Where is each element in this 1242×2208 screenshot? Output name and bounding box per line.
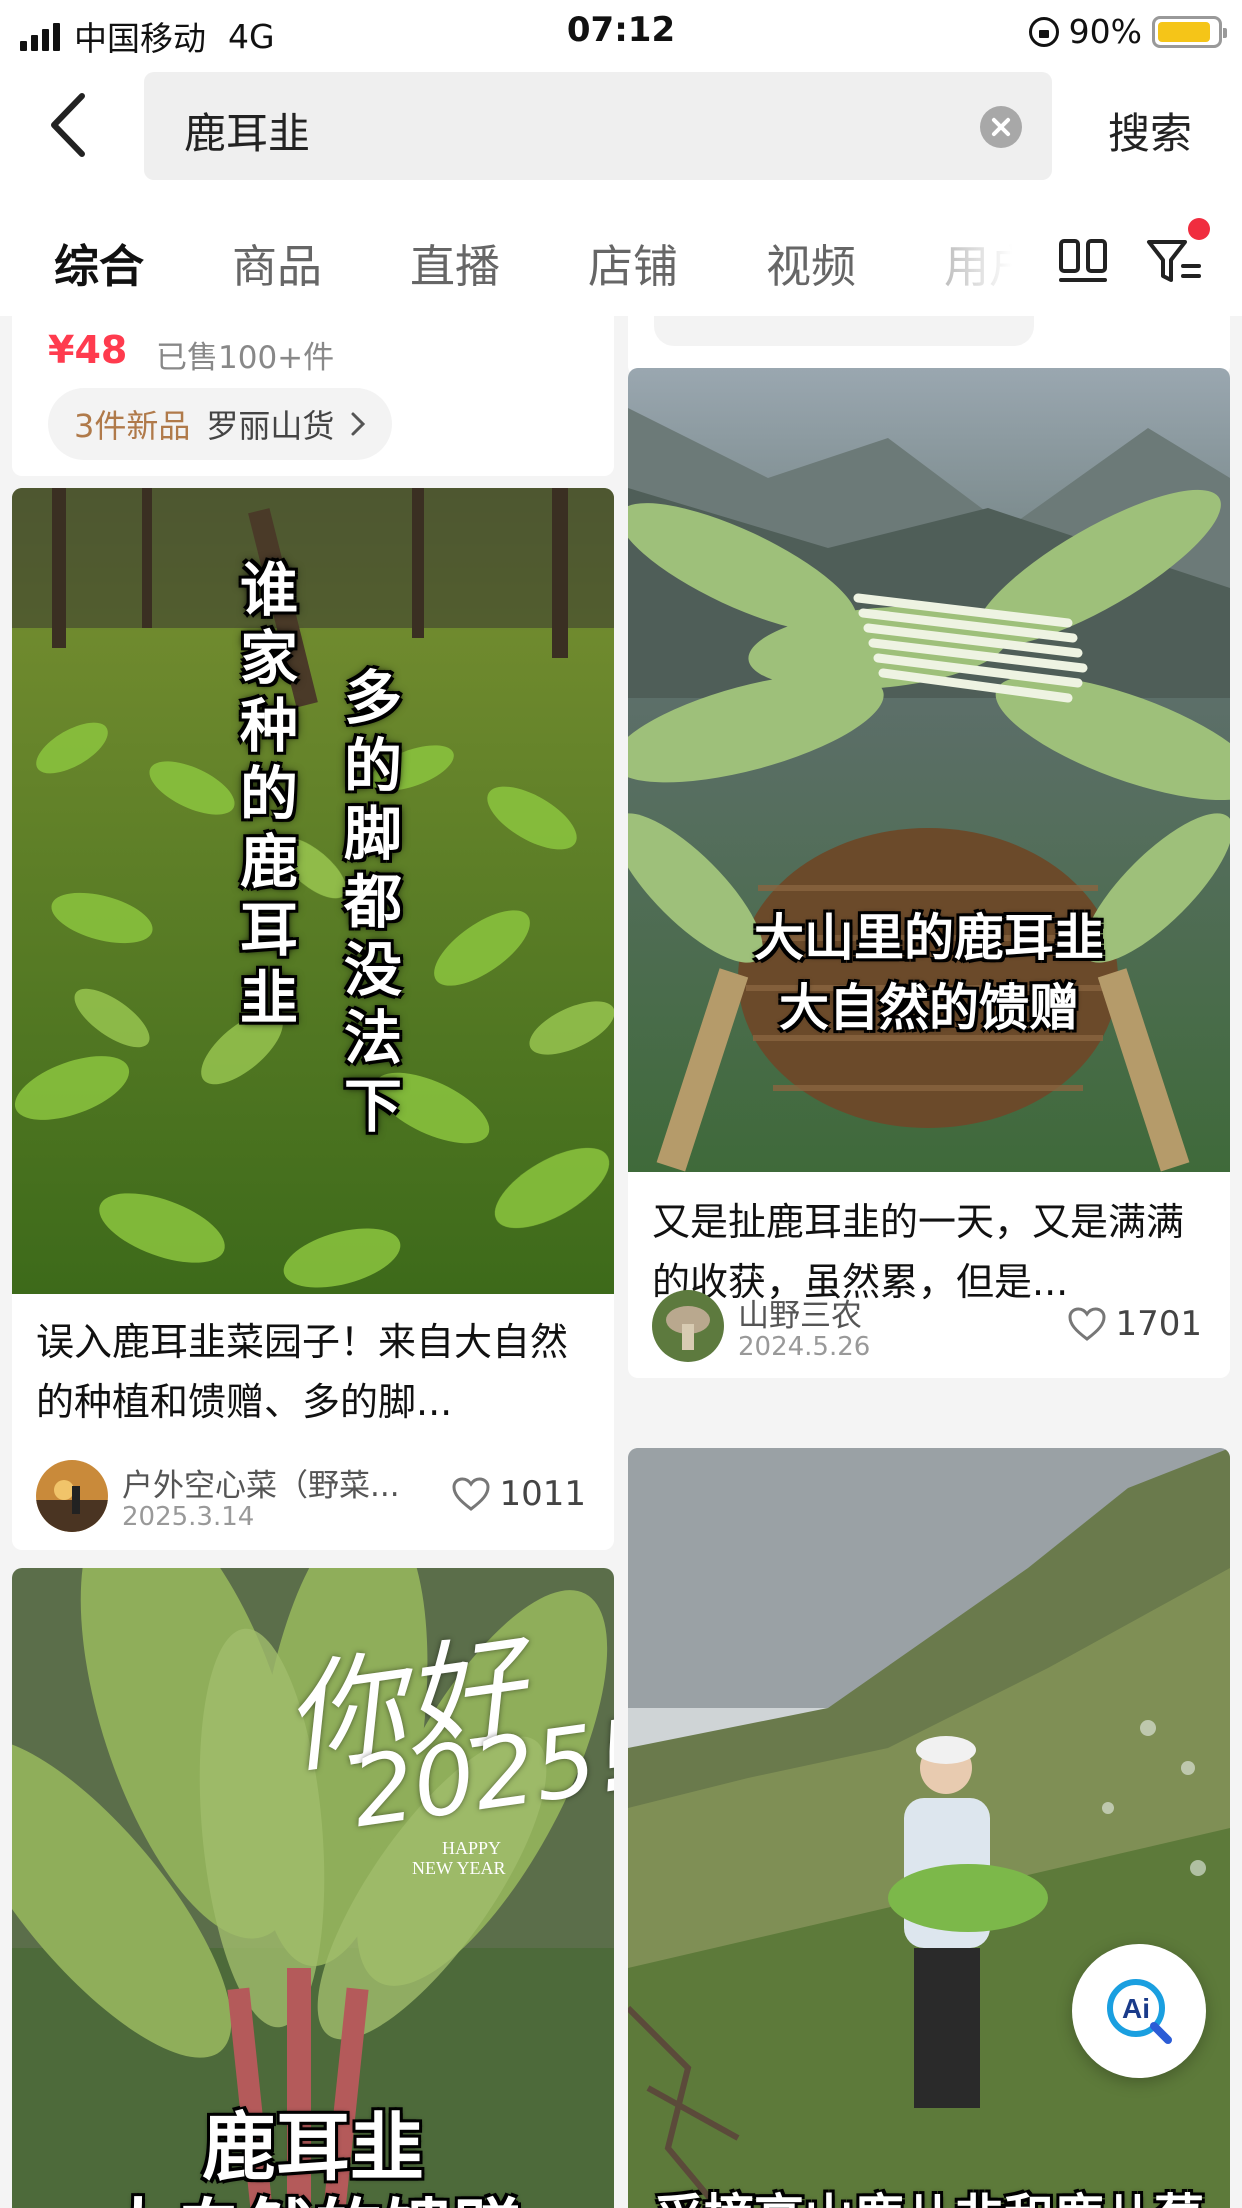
status-right: 90% <box>1028 12 1227 51</box>
ai-assistant-button[interactable]: Ai <box>1072 1944 1206 2078</box>
rotation-lock-icon <box>1028 16 1059 47</box>
svg-text:Ai: Ai <box>1122 1993 1150 2024</box>
overlay-line-2: 大自然的馈赠 <box>779 979 1079 1037</box>
clear-icon[interactable] <box>980 106 1022 148</box>
author-name: 山野三农 <box>738 1298 862 1334</box>
tab-comprehensive[interactable]: 综合 <box>54 230 144 295</box>
like-button[interactable]: 1701 <box>1067 1304 1202 1344</box>
status-bar: 中国移动 4G 07:12 90% <box>0 0 1242 62</box>
post-date: 2024.5.26 <box>738 1332 871 1362</box>
overlay-line-1: 采摘高山鹿儿韭和鹿儿葱 <box>628 2178 1230 2208</box>
partial-card-top-right[interactable] <box>628 316 1230 376</box>
product-sold: 已售100+件 <box>156 340 335 376</box>
like-button[interactable]: 1011 <box>451 1474 586 1514</box>
basket-harvest-image <box>628 368 1230 1172</box>
search-header: 鹿耳韭 搜索 <box>0 62 1242 194</box>
tabs-fade <box>940 194 1030 316</box>
ai-search-icon: Ai <box>1107 1979 1172 2044</box>
overlay-new-year: NEW YEAR <box>412 1858 506 1878</box>
post-card[interactable]: 你好 2025! HAPPY NEW YEAR 鹿耳韭 大自然的馈赠 <box>12 1568 614 2208</box>
overlay-column-1: 谁家种的鹿耳韭 <box>239 556 298 1032</box>
tab-products[interactable]: 商品 <box>232 230 322 295</box>
back-button[interactable] <box>48 92 108 158</box>
shop-link[interactable]: 3件新品 罗丽山货 <box>48 388 393 460</box>
category-tabs: 综合 商品 直播 店铺 视频 用户 <box>0 194 1242 316</box>
avatar[interactable] <box>36 1460 108 1532</box>
results-feed: ¥48 已售100+件 3件新品 罗丽山货 谁家种的鹿耳韭 多的脚都没法下 误入… <box>0 316 1242 2208</box>
tab-live[interactable]: 直播 <box>410 230 500 295</box>
tab-videos[interactable]: 视频 <box>766 230 856 295</box>
avatar[interactable] <box>652 1290 724 1362</box>
post-date: 2025.3.14 <box>122 1502 255 1532</box>
battery-icon <box>1152 15 1227 48</box>
partial-pill <box>654 316 1034 346</box>
notification-dot <box>1188 218 1210 240</box>
wild-garlic-field-image <box>12 488 614 1294</box>
post-image: 谁家种的鹿耳韭 多的脚都没法下 <box>12 488 614 1294</box>
overlay-line-2: 大自然的馈赠 <box>12 2176 614 2208</box>
author-name: 户外空心菜（野菜... <box>122 1468 400 1504</box>
grid-layout-icon <box>1059 239 1107 282</box>
overlay-column-2: 多的脚都没法下 <box>343 664 402 1140</box>
post-card[interactable]: 采摘高山鹿儿韭和鹿儿葱 <box>628 1448 1230 2208</box>
chevron-left-icon <box>51 93 85 157</box>
overlay-line-1: 大山里的鹿耳韭 <box>754 909 1104 967</box>
author-row: 户外空心菜（野菜... 2025.3.14 1011 <box>36 1460 586 1532</box>
tab-shops[interactable]: 店铺 <box>588 230 678 295</box>
chevron-right-icon <box>351 412 366 436</box>
post-title: 误入鹿耳韭菜园子！来自大自然的种植和馈赠、多的脚... <box>36 1320 569 1424</box>
battery-percent: 90% <box>1068 12 1142 51</box>
shop-new-count: 3件新品 <box>74 407 191 445</box>
filter-icon <box>1147 240 1201 282</box>
filter-button[interactable] <box>1145 234 1205 288</box>
heart-icon <box>1068 1307 1106 1341</box>
product-card[interactable]: ¥48 已售100+件 3件新品 罗丽山货 <box>12 316 614 476</box>
post-card[interactable]: 谁家种的鹿耳韭 多的脚都没法下 误入鹿耳韭菜园子！来自大自然的种植和馈赠、多的脚… <box>12 488 614 1550</box>
like-count: 1701 <box>1115 1304 1202 1344</box>
search-button[interactable]: 搜索 <box>1108 100 1192 161</box>
post-image: 大山里的鹿耳韭 大自然的馈赠 <box>628 368 1230 1172</box>
author-row: 山野三农 2024.5.26 1701 <box>652 1290 1202 1362</box>
like-count: 1011 <box>499 1474 586 1514</box>
post-card[interactable]: 大山里的鹿耳韭 大自然的馈赠 又是扯鹿耳韭的一天，又是满满的收获，虽然累，但是.… <box>628 368 1230 1378</box>
post-image: 你好 2025! HAPPY NEW YEAR 鹿耳韭 大自然的馈赠 <box>12 1568 614 2208</box>
product-price: ¥48 <box>48 328 128 372</box>
overlay-happy: HAPPY <box>442 1838 502 1858</box>
shop-name: 罗丽山货 <box>206 407 335 445</box>
layout-toggle-button[interactable] <box>1058 238 1108 284</box>
heart-icon <box>452 1477 490 1511</box>
post-image: 采摘高山鹿儿韭和鹿儿葱 <box>628 1448 1230 2208</box>
search-input[interactable]: 鹿耳韭 <box>144 72 1052 180</box>
search-query: 鹿耳韭 <box>184 109 311 158</box>
mountain-harvest-image <box>628 1448 1230 2208</box>
